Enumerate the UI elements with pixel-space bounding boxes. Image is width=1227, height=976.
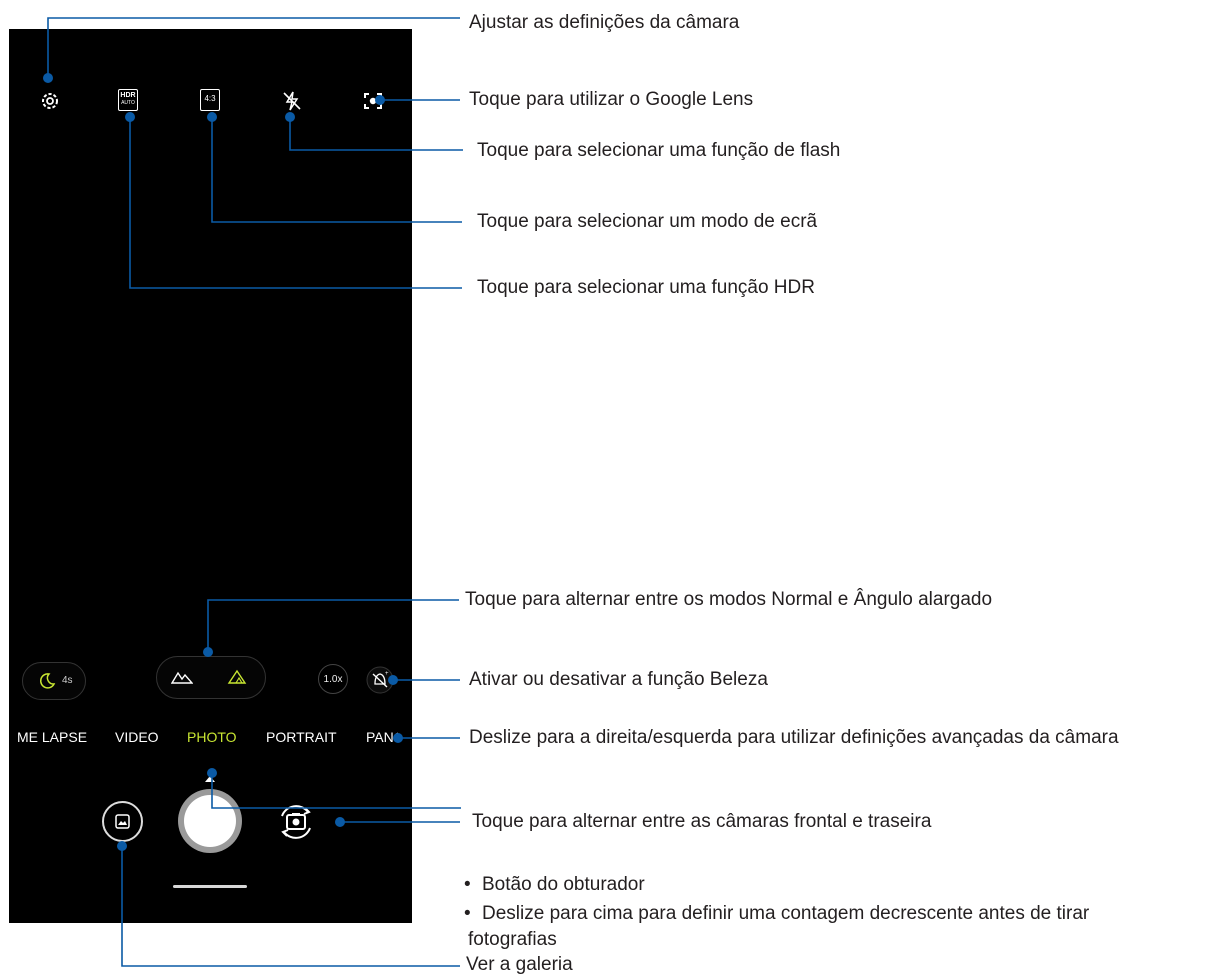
callout-screen-mode: Toque para selecionar um modo de ecrã (477, 211, 818, 232)
callout-lens-mode: Toque para alternar entre os modos Norma… (465, 589, 993, 610)
callout-swipe-modes: Deslize para a direita/esquerda para uti… (469, 727, 1119, 748)
callout-shutter: Botão do obturador (482, 874, 645, 895)
callout-gallery: Ver a galeria (466, 954, 573, 975)
callout-countdown-line2: fotografias (468, 929, 557, 950)
callout-switch-camera: Toque para alternar entre as câmaras fro… (472, 811, 932, 832)
callout-google-lens: Toque para utilizar o Google Lens (469, 89, 754, 110)
callout-beauty: Ativar ou desativar a função Beleza (469, 669, 768, 690)
callout-shutter-bullet: • (464, 874, 471, 895)
callout-hdr: Toque para selecionar uma função HDR (477, 277, 815, 298)
callout-flash: Toque para selecionar uma função de flas… (477, 140, 841, 161)
callout-countdown-bullet: • (464, 903, 471, 924)
callout-settings: Ajustar as definições da câmara (469, 12, 740, 33)
callout-countdown-line1: Deslize para cima para definir uma conta… (482, 903, 1090, 924)
